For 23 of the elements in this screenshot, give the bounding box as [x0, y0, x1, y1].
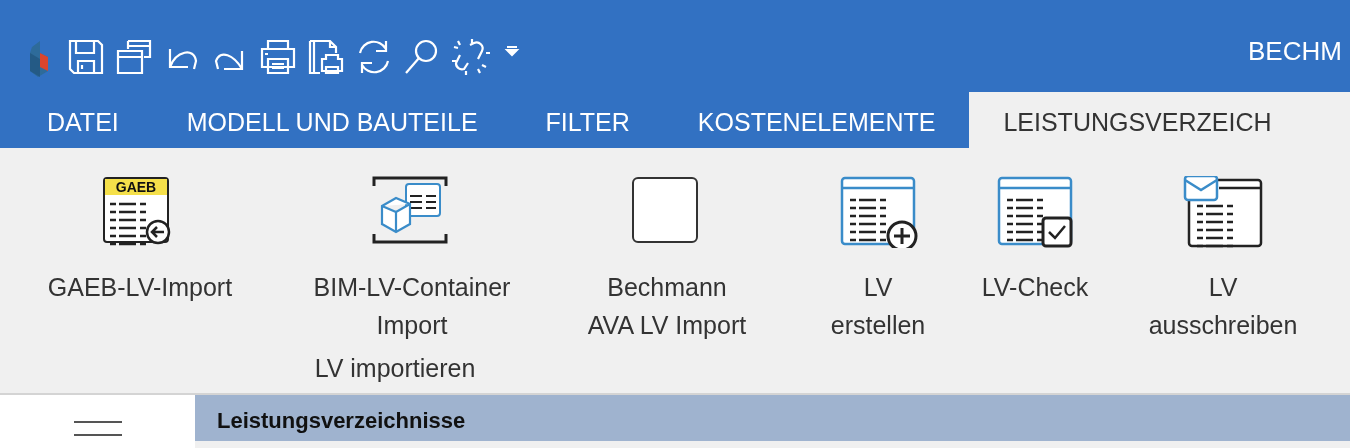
group-label: LV importieren: [314, 353, 476, 384]
ribbon-button[interactable]: LV erstellen: [790, 176, 966, 344]
panel-header: Leistungsverzeichnisse: [195, 395, 1350, 441]
ribbon-tab[interactable]: KOSTENELEMENTE: [663, 92, 970, 148]
ribbon-button[interactable]: Bechmann AVA LV Import: [552, 176, 782, 344]
table-plus-icon: [838, 176, 918, 248]
ribbon-tab[interactable]: MODELL UND BAUTEILE: [152, 92, 512, 148]
ribbon-tab[interactable]: LEISTUNGSVERZEICH: [969, 92, 1350, 148]
window-title: BECHM: [1248, 35, 1343, 68]
ribbon-button[interactable]: GAEB GAEB-LV-Import: [8, 176, 272, 344]
unlink-icon[interactable]: [450, 37, 490, 77]
ribbon-button[interactable]: LV-Check: [966, 176, 1104, 344]
windows-icon[interactable]: [114, 37, 154, 77]
ribbon-tab[interactable]: DATEI: [13, 92, 153, 148]
print-icon[interactable]: [258, 37, 298, 77]
ribbon-button[interactable]: BIM-LV-Container Import: [272, 176, 552, 344]
table-checkbox-icon: [995, 176, 1075, 248]
table-envelope-icon: [1183, 176, 1263, 248]
save-icon[interactable]: [66, 37, 106, 77]
print-preview-icon[interactable]: [306, 37, 346, 77]
menu-icon[interactable]: [71, 419, 124, 439]
ribbon-button[interactable]: LV ausschreiben: [1104, 176, 1342, 344]
ribbon-tab[interactable]: FILTER: [511, 92, 664, 148]
